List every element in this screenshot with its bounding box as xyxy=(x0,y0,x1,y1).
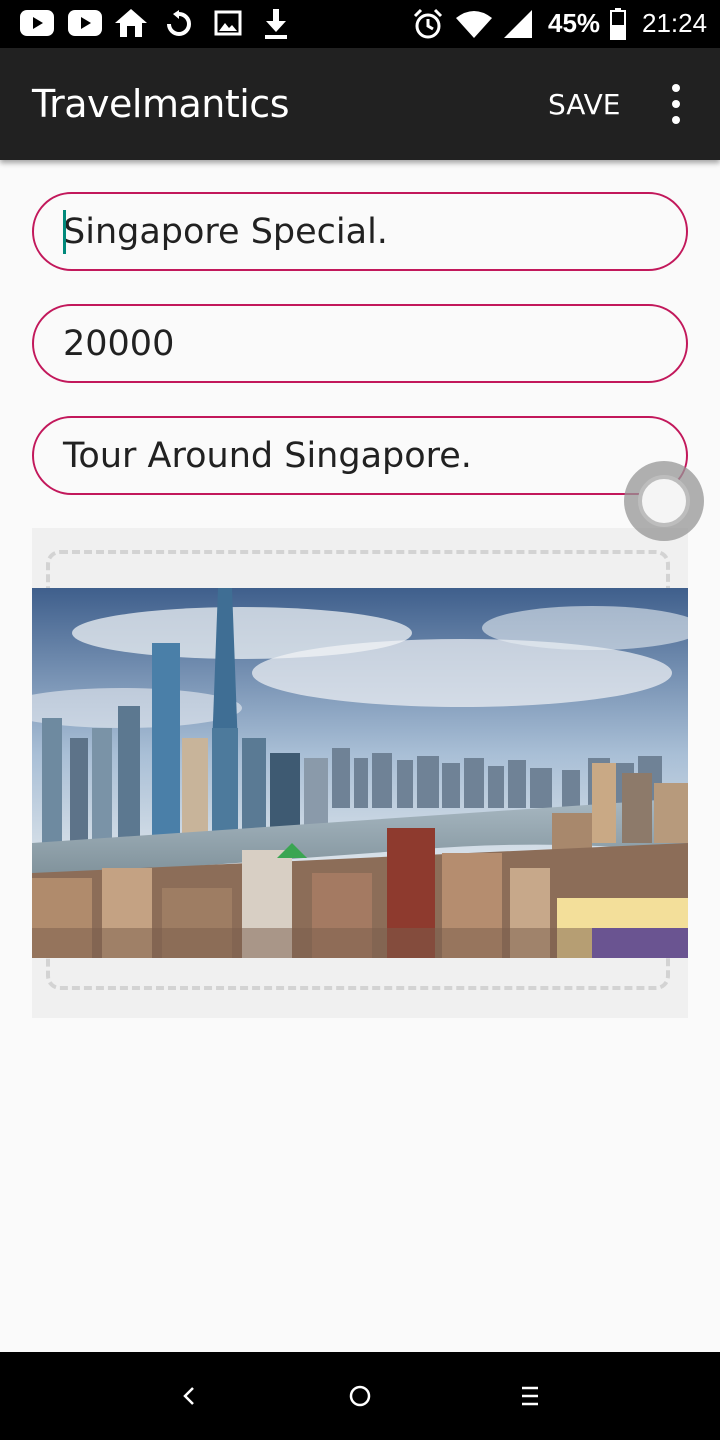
signal-icon xyxy=(504,10,532,38)
battery-percent: 45% xyxy=(548,8,601,38)
sync-icon xyxy=(167,10,191,36)
battery-icon xyxy=(610,8,626,40)
city-skyline-photo xyxy=(32,588,688,958)
app-title: Travelmantics xyxy=(32,82,290,126)
recents-icon[interactable] xyxy=(510,1376,550,1416)
text-cursor xyxy=(63,210,66,254)
image-container[interactable] xyxy=(32,528,688,1018)
home-circle-icon[interactable] xyxy=(340,1376,380,1416)
home-icon xyxy=(115,9,147,37)
youtube-icon xyxy=(20,10,54,36)
touch-indicator xyxy=(624,461,704,541)
skyline-illustration xyxy=(32,588,688,958)
status-bar: 45% 21:24 xyxy=(0,0,720,48)
price-input-text: 20000 xyxy=(63,324,175,364)
price-field[interactable]: 20000 xyxy=(32,304,688,383)
title-input-text: Singapore Special. xyxy=(63,212,388,252)
description-input-text: Tour Around Singapore. xyxy=(63,436,472,476)
download-icon xyxy=(265,9,287,39)
more-vert-icon[interactable] xyxy=(660,84,692,124)
youtube-icon xyxy=(68,10,102,36)
navigation-bar xyxy=(0,1352,720,1440)
app-bar: Travelmantics SAVE xyxy=(0,48,720,160)
alarm-icon xyxy=(413,8,443,39)
save-button[interactable]: SAVE xyxy=(548,88,621,121)
wifi-icon xyxy=(456,11,492,38)
back-icon[interactable] xyxy=(170,1376,210,1416)
title-field[interactable]: Singapore Special. xyxy=(32,192,688,271)
gallery-icon xyxy=(214,10,242,36)
description-field[interactable]: Tour Around Singapore. xyxy=(32,416,688,495)
clock: 21:24 xyxy=(642,8,708,38)
